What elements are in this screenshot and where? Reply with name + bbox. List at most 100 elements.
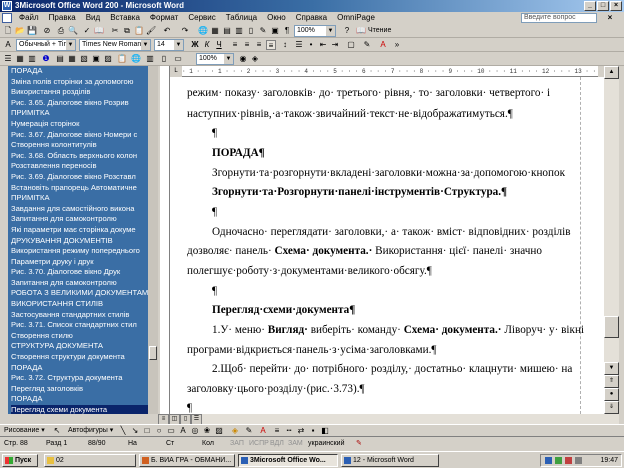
3d-icon[interactable]: ◧ (320, 426, 330, 436)
help-search-input[interactable]: Введите вопрос (521, 13, 597, 23)
underline-button[interactable]: Ч (214, 40, 224, 50)
language-icon[interactable] (545, 457, 552, 464)
cut-icon[interactable]: ✂ (110, 26, 120, 36)
reading-mode-icon[interactable]: 📖 (356, 26, 366, 36)
document-map-item[interactable]: ПОРАДА (11, 363, 156, 374)
menu-insert[interactable]: Вставка (105, 12, 145, 24)
document-map-item[interactable]: Перегляд схеми документа (11, 405, 156, 414)
menu-window[interactable]: Окно (262, 12, 291, 24)
drawing-toggle-icon[interactable]: ✎ (258, 26, 268, 36)
print-preview-icon[interactable]: 🔍 (68, 26, 78, 36)
document-map-item[interactable]: Створення структури документа (11, 352, 156, 363)
document-map-item[interactable]: Розставлення переносів (11, 161, 156, 172)
align-right-icon[interactable]: ≡ (254, 40, 264, 50)
font-size-select[interactable]: 14 ▼ (154, 39, 184, 51)
document-map-item[interactable]: Запитання для самоконтролю (11, 214, 156, 225)
document-map-scrollbar[interactable] (148, 66, 158, 414)
reading-mode-label[interactable]: Чтение (368, 26, 391, 36)
bullets-icon[interactable]: • (306, 40, 316, 50)
document-map-item[interactable]: ПОРАДА (11, 394, 156, 405)
document-map-item[interactable]: СТРУКТУРА ДОКУМЕНТА (11, 341, 156, 352)
vertical-scroll-thumb[interactable] (604, 316, 619, 338)
status-ext[interactable]: ВДЛ (270, 437, 284, 451)
fill-color-icon[interactable]: ◈ (230, 426, 240, 436)
table-icon[interactable]: ▦ (67, 54, 77, 64)
print-icon[interactable]: ⎙ (56, 26, 66, 36)
italic-button[interactable]: К (202, 40, 212, 50)
text-box-icon[interactable]: ▭ (173, 54, 183, 64)
horizontal-ruler[interactable]: · 1 · · · 1 · · · 2 · · · 3 · · · 4 · · … (182, 66, 598, 77)
tables-borders-icon[interactable]: ▦ (210, 26, 220, 36)
document-map-item[interactable]: Використання розділів (11, 87, 156, 98)
line-spacing-icon[interactable]: ↕ (280, 40, 290, 50)
spelling-icon[interactable]: ✓ (82, 26, 92, 36)
document-map-item[interactable]: ПРИМІТКА (11, 193, 156, 204)
menu-file[interactable]: Файл (14, 12, 44, 24)
document-map-item[interactable]: ДРУКУВАННЯ ДОКУМЕНТІВ (11, 236, 156, 247)
diagram-icon[interactable]: ◎ (190, 426, 200, 436)
document-icon[interactable] (2, 13, 12, 23)
document-map-item[interactable]: Рис. 3.69. Діалогове вікно Розставл (11, 172, 156, 183)
document-map-item[interactable]: Встановіть прапорець Автоматичне (11, 183, 156, 194)
document-map-item[interactable]: Створення колонтитулів (11, 140, 156, 151)
ocr-icon[interactable]: ◉ (238, 54, 248, 64)
hyperlink-icon[interactable]: 🌐 (198, 26, 208, 36)
zoom-select-2[interactable]: 100% ▼ (196, 53, 234, 65)
menu-view[interactable]: Вид (81, 12, 105, 24)
document-map-item[interactable]: Рис. 3.71. Список стандартних стил (11, 320, 156, 331)
document-map-item[interactable]: РОБОТА З ВЕЛИКИМИ ДОКУМЕНТАМ (11, 288, 156, 299)
align-left-icon[interactable]: ≡ (230, 40, 240, 50)
zoom-select[interactable]: 100% ▼ (294, 25, 336, 37)
maximize-button[interactable]: □ (597, 1, 609, 11)
select-objects-icon[interactable]: ↖ (52, 426, 62, 436)
scan-icon[interactable]: ◈ (250, 54, 260, 64)
outline-view-icon[interactable]: ☰ (3, 54, 13, 64)
line-color-icon[interactable]: ✎ (244, 426, 254, 436)
menu-tools[interactable]: Сервис (183, 12, 220, 24)
document-map-item[interactable]: Які параметри має сторінка докуме (11, 225, 156, 236)
document-map-item[interactable]: Застосування стандартних стилів (11, 310, 156, 321)
paste-icon[interactable]: 📋 (134, 26, 144, 36)
document-map-item[interactable]: Рис. 3.72. Структура документа (11, 373, 156, 384)
oval-icon[interactable]: ○ (154, 426, 164, 436)
next-page-icon[interactable]: ⇓ (604, 401, 619, 414)
word-app-icon[interactable]: W (2, 1, 12, 11)
align-center-icon[interactable]: ≡ (242, 40, 252, 50)
highlight-icon[interactable]: ✎ (362, 40, 372, 50)
document-map-item[interactable]: Параметри друку і друк (11, 257, 156, 268)
columns-icon[interactable]: ▯ (246, 26, 256, 36)
help-icon[interactable]: ? (342, 26, 352, 36)
insert-excel-icon[interactable]: ▥ (234, 26, 244, 36)
vertical-ruler[interactable] (160, 66, 170, 414)
grid-icon[interactable]: ▤ (55, 54, 65, 64)
columns-icon[interactable]: ▥ (27, 54, 37, 64)
document-map-item[interactable]: Рис. 3.65. Діалогове вікно Розрив (11, 98, 156, 109)
vertical-scrollbar[interactable]: ▲ ▼ ⇑ ● ⇓ (604, 66, 619, 414)
show-formatting-icon[interactable]: ¶ (282, 26, 292, 36)
borders-icon[interactable]: ▢ (346, 40, 356, 50)
font-select[interactable]: Times New Roman ▼ (79, 39, 151, 51)
document-icon-2[interactable]: ▯ (159, 54, 169, 64)
web-icon[interactable]: 🌐 (131, 54, 141, 64)
volume-icon[interactable] (575, 457, 582, 464)
document-map-item[interactable]: Створення стилю (11, 331, 156, 342)
clipboard-icon[interactable]: 📋 (117, 54, 127, 64)
previous-page-icon[interactable]: ⇑ (604, 375, 619, 388)
status-trk[interactable]: ИСПР (249, 437, 269, 451)
network-icon[interactable] (555, 457, 562, 464)
draw-font-color-icon[interactable]: A (258, 426, 268, 436)
tab-selector[interactable]: L (170, 66, 182, 77)
chart-icon[interactable]: ▧ (79, 54, 89, 64)
permission-icon[interactable]: ⊘ (42, 26, 52, 36)
text-box-draw-icon[interactable]: ▭ (166, 426, 176, 436)
taskbar-button-media[interactable]: Б. ВИА ГРА - ОБМАНИ... (139, 454, 235, 467)
minimize-button[interactable]: _ (584, 1, 596, 11)
taskbar-button-word[interactable]: 12 - Microsoft Word (341, 454, 439, 467)
menu-omnipage[interactable]: OmniPage (332, 12, 380, 24)
scroll-down-icon[interactable]: ▼ (604, 362, 619, 375)
new-document-icon[interactable]: 🗋 (3, 26, 13, 36)
document-page[interactable]: режим· показу· заголовків· до· третього·… (170, 77, 604, 414)
info-icon[interactable]: ❶ (41, 54, 51, 64)
document-map-item[interactable]: Нумерація сторінок (11, 119, 156, 130)
research-icon[interactable]: 📖 (94, 26, 104, 36)
